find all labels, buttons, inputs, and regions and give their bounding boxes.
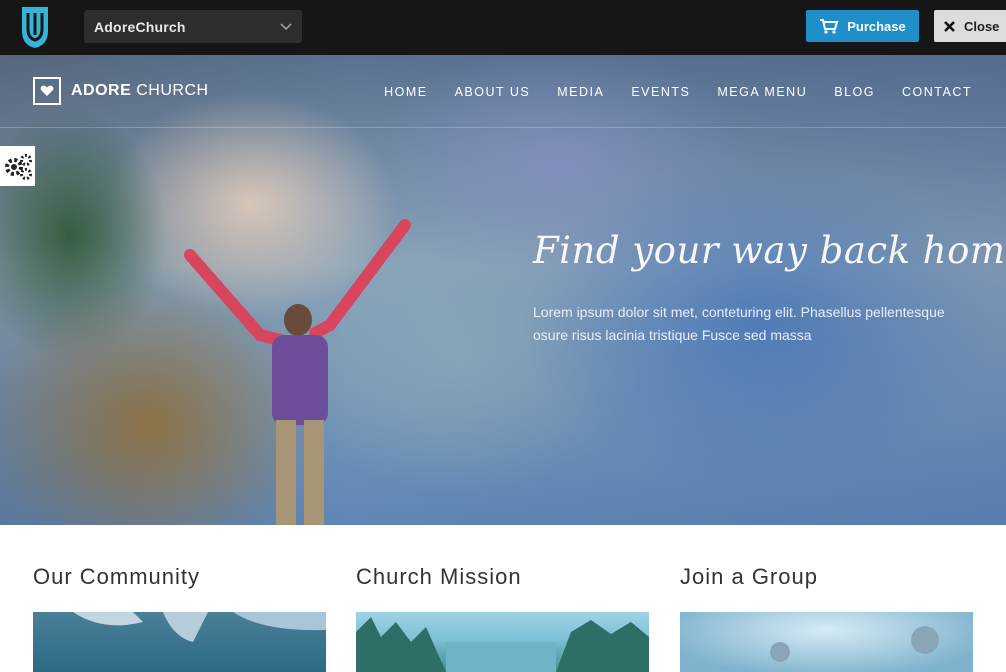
hands-shape xyxy=(73,612,326,642)
purchase-label: Purchase xyxy=(847,18,906,34)
hiker-figure xyxy=(184,219,411,525)
column-title: Join a Group xyxy=(680,564,818,589)
hero-title: Find your way back home xyxy=(533,229,1006,272)
close-label: Close xyxy=(964,18,1000,34)
close-icon xyxy=(944,20,955,32)
theme-select[interactable]: AdoreChurch xyxy=(84,10,302,43)
nav-about-us[interactable]: ABOUT US xyxy=(455,85,531,99)
theme-logo-icon[interactable] xyxy=(20,5,50,49)
column-title: Church Mission xyxy=(356,564,522,589)
main-nav: HOME ABOUT US MEDIA EVENTS MEGA MENU BLO… xyxy=(384,85,972,99)
purchase-button[interactable]: Purchase xyxy=(806,10,919,42)
close-button[interactable]: Close xyxy=(934,10,1006,42)
community-image[interactable] xyxy=(33,612,326,672)
settings-toggle[interactable] xyxy=(0,146,35,186)
group-image[interactable] xyxy=(680,612,973,672)
chevron-down-icon xyxy=(280,22,292,30)
nav-mega-menu[interactable]: MEGA MENU xyxy=(717,85,807,99)
forest-shape xyxy=(356,617,649,672)
cart-icon xyxy=(820,19,839,34)
site-logo[interactable]: ADORE CHURCH xyxy=(33,77,209,105)
people-shape xyxy=(770,626,939,662)
hero-banner: ADORE CHURCH HOME ABOUT US MEDIA EVENTS … xyxy=(0,55,1006,525)
gear-icon xyxy=(4,154,32,180)
hero-overlay xyxy=(0,55,1006,525)
heart-icon xyxy=(40,85,54,96)
theme-select-value: AdoreChurch xyxy=(94,18,186,35)
nav-blog[interactable]: BLOG xyxy=(834,85,875,99)
features-section: Our Community Church Mission Join a Grou… xyxy=(3,526,1002,672)
column-group: Join a Group xyxy=(680,564,973,590)
mission-image[interactable] xyxy=(356,612,649,672)
theme-bar: AdoreChurch Purchase Close xyxy=(0,0,1006,55)
logo-box xyxy=(33,77,61,105)
nav-events[interactable]: EVENTS xyxy=(631,85,690,99)
hero-text: Lorem ipsum dolor sit met, conteturing e… xyxy=(533,304,945,343)
column-mission: Church Mission xyxy=(356,564,649,590)
brand-bold: ADORE xyxy=(71,82,132,99)
nav-media[interactable]: MEDIA xyxy=(557,85,604,99)
brand-light: CHURCH xyxy=(136,82,209,99)
column-community: Our Community xyxy=(33,564,326,590)
header-divider xyxy=(0,127,1006,128)
nav-contact[interactable]: CONTACT xyxy=(902,85,972,99)
column-title: Our Community xyxy=(33,564,201,589)
brand-name: ADORE CHURCH xyxy=(71,82,209,100)
nav-home[interactable]: HOME xyxy=(384,85,428,99)
